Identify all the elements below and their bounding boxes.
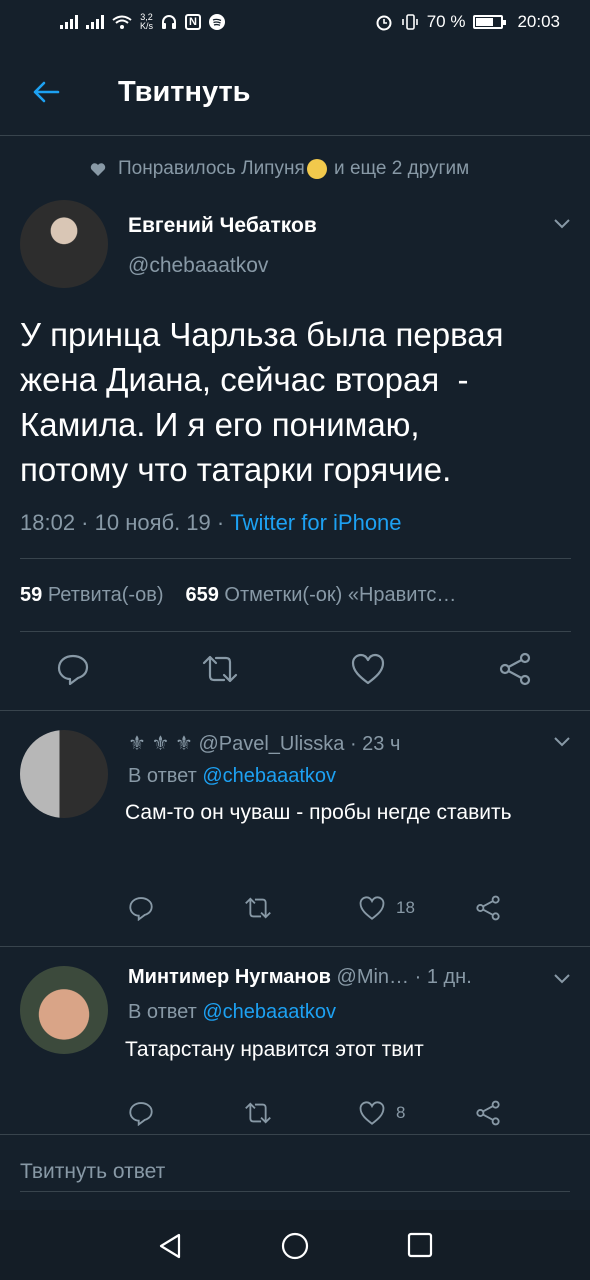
reply-avatar[interactable] xyxy=(20,730,108,818)
app-header: Твитнуть xyxy=(0,44,590,136)
reply-icon xyxy=(129,897,153,921)
in-reply-to: В ответ @chebaaatkov xyxy=(128,765,337,787)
reply-button[interactable] xyxy=(128,1100,154,1126)
likes-stat[interactable]: 659 Отметки(-ок) «Нравитс… xyxy=(185,584,456,606)
share-icon xyxy=(476,1100,500,1126)
like-button[interactable]: 8 xyxy=(358,1100,405,1126)
like-icon xyxy=(359,1101,385,1125)
system-nav-bar xyxy=(0,1210,590,1280)
nfc-icon: N xyxy=(185,14,201,30)
divider xyxy=(20,631,571,632)
spotify-icon xyxy=(208,14,225,30)
retweets-stat[interactable]: 59 Ретвита(-ов) xyxy=(20,584,163,606)
divider xyxy=(0,946,590,947)
vibrate-icon xyxy=(401,14,418,30)
reply-avatar[interactable] xyxy=(20,966,108,1054)
back-button[interactable] xyxy=(28,74,64,110)
reply-author-name[interactable]: ⚜ ⚜ ⚜ xyxy=(128,733,198,755)
tweet-text: У принца Чарльза была первая жена Диана,… xyxy=(20,316,504,488)
in-reply-to: В ответ @chebaaatkov xyxy=(128,1001,337,1023)
like-count: 8 xyxy=(396,1103,406,1122)
reply-button[interactable] xyxy=(56,652,90,686)
headset-icon xyxy=(162,15,177,29)
tweet-stats: 59 Ретвита(-ов) 659 Отметки(-ок) «Нравитс… xyxy=(20,584,456,607)
signal-icon xyxy=(60,15,78,29)
retweet-icon xyxy=(245,897,271,919)
reply-icon xyxy=(57,654,89,686)
reply-header: ⚜ ⚜ ⚜ @Pavel_Ulisska · 23 ч xyxy=(128,731,400,756)
chevron-down-icon[interactable] xyxy=(553,973,571,985)
divider xyxy=(20,558,571,559)
arrow-left-icon xyxy=(33,81,60,103)
reply-compose-input[interactable]: Твитнуть ответ xyxy=(20,1160,570,1192)
social-context[interactable]: Понравилось Липуня и еще 2 другим xyxy=(90,158,469,180)
share-button[interactable] xyxy=(498,652,532,686)
retweet-button[interactable] xyxy=(243,1100,273,1126)
page-title: Твитнуть xyxy=(118,76,251,108)
chevron-down-icon[interactable] xyxy=(553,736,571,748)
author-avatar[interactable] xyxy=(20,200,108,288)
reply-time: · 23 ч xyxy=(344,733,401,755)
author-handle[interactable]: @chebaaatkov xyxy=(128,254,268,278)
nav-home-icon[interactable] xyxy=(281,1232,309,1260)
clock: 20:03 xyxy=(517,12,560,31)
status-right: 70 % 20:03 xyxy=(375,12,560,32)
tweet-source-link[interactable]: Twitter for iPhone xyxy=(230,510,401,535)
share-button[interactable] xyxy=(475,1100,501,1126)
share-icon xyxy=(499,652,531,686)
reply-author-handle[interactable]: @Min… xyxy=(331,966,410,988)
social-context-text: Понравилось Липуня и еще 2 другим xyxy=(118,158,470,179)
reply-time: · 1 дн. xyxy=(409,966,472,988)
tweet-meta: 18:02 · 10 нояб. 19 · Twitter for iPhone xyxy=(20,510,402,536)
reply-text: Татарстану нравится этот твит xyxy=(125,1038,424,1061)
reply-icon xyxy=(129,1102,153,1126)
battery-percent: 70 % xyxy=(426,12,466,31)
signal-icon-2 xyxy=(86,15,104,29)
in-reply-to-link[interactable]: @chebaaatkov xyxy=(202,1001,336,1023)
reply-actions: 18 xyxy=(0,895,590,935)
like-button[interactable] xyxy=(350,652,386,686)
like-count: 18 xyxy=(396,898,415,917)
status-left: 3,2 K/s N xyxy=(60,13,225,31)
like-icon xyxy=(359,896,385,920)
share-icon xyxy=(476,895,500,921)
like-icon xyxy=(351,653,385,685)
retweet-icon xyxy=(202,655,238,683)
reply-button[interactable] xyxy=(128,895,154,921)
chevron-down-icon[interactable] xyxy=(553,218,571,230)
divider xyxy=(0,710,590,711)
tweet-actions xyxy=(0,652,590,692)
retweet-button[interactable] xyxy=(243,895,273,921)
divider xyxy=(0,1134,590,1135)
angel-emoji-icon xyxy=(306,158,327,179)
heart-icon xyxy=(90,162,106,176)
status-bar: 3,2 K/s N 70 % 20:03 xyxy=(0,0,590,44)
reply-author-name[interactable]: Минтимер Нугманов xyxy=(128,966,331,988)
nav-back-icon[interactable] xyxy=(157,1232,183,1260)
nav-recents-icon[interactable] xyxy=(407,1232,433,1258)
like-button[interactable]: 18 xyxy=(358,895,415,921)
author-name[interactable]: Евгений Чебатков xyxy=(128,214,317,238)
reply-header: Минтимер Нугманов @Min… · 1 дн. xyxy=(128,966,472,989)
retweet-icon xyxy=(245,1102,271,1124)
tweet-time: 18:02 · 10 нояб. 19 · xyxy=(20,510,231,535)
reply-text: Сам-то он чуваш - пробы негде ставить xyxy=(125,801,512,824)
retweet-button[interactable] xyxy=(201,652,239,686)
in-reply-to-link[interactable]: @chebaaatkov xyxy=(202,765,336,787)
reply-author-handle[interactable]: @Pavel_Ulisska xyxy=(198,733,344,755)
net-speed: 3,2 K/s xyxy=(140,12,154,31)
alarm-icon xyxy=(376,15,392,31)
battery-icon xyxy=(473,15,507,29)
wifi-icon xyxy=(112,15,132,29)
share-button[interactable] xyxy=(475,895,501,921)
